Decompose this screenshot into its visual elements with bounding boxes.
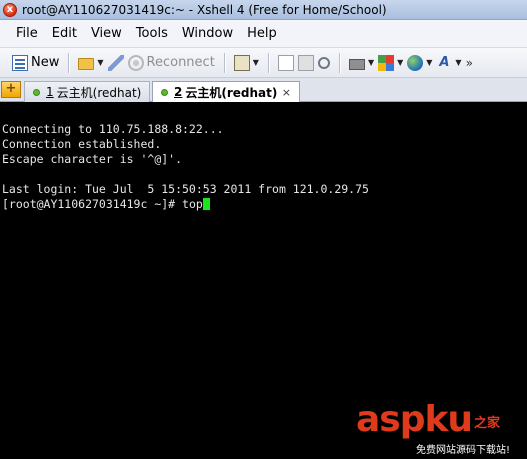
chevron-down-icon[interactable]: ▼ <box>426 58 432 67</box>
chevron-down-icon[interactable]: ▼ <box>397 58 403 67</box>
menu-tools[interactable]: Tools <box>129 20 175 47</box>
font-button[interactable]: A ▼ <box>434 51 463 75</box>
watermark: aspku 之家 免费网站源码下载站! <box>356 400 526 458</box>
connected-status-icon <box>33 88 40 96</box>
toolbar-separator <box>68 52 70 73</box>
tab-label: 云主机(redhat) <box>56 85 142 100</box>
window-title: root@AY110627031419c:~ - Xshell 4 (Free … <box>22 2 387 17</box>
toolbar: New ▼ Reconnect ▼ ▼ ▼ ▼ A ▼ » <box>0 47 527 78</box>
title-bar[interactable]: x root@AY110627031419c:~ - Xshell 4 (Fre… <box>0 0 527 20</box>
globe-icon <box>407 54 424 71</box>
close-icon[interactable]: × <box>282 86 291 99</box>
toolbar-separator <box>338 52 340 73</box>
terminal-line: Connecting to 110.75.188.8:22... <box>2 122 224 136</box>
find-button[interactable] <box>316 51 332 75</box>
reconnect-icon <box>127 54 144 71</box>
copy-button[interactable] <box>276 51 296 75</box>
toolbar-separator <box>223 52 225 73</box>
menu-bar: File Edit View Tools Window Help <box>0 20 527 47</box>
new-session-icon <box>12 54 28 71</box>
folder-icon <box>78 57 95 70</box>
chevron-down-icon[interactable]: ▼ <box>253 58 259 67</box>
menu-help[interactable]: Help <box>240 20 284 47</box>
font-icon: A <box>439 54 450 70</box>
toolbar-more-button[interactable]: » <box>464 51 484 75</box>
double-chevron-right-icon: » <box>465 55 473 70</box>
toolbar-separator <box>267 52 269 73</box>
tab-session-2[interactable]: 2 云主机(redhat) × <box>152 81 300 103</box>
printer-icon <box>348 58 365 70</box>
paste-button[interactable] <box>296 51 316 75</box>
tab-number: 1 <box>46 85 54 99</box>
connected-status-icon <box>161 88 168 96</box>
copy-icon <box>277 54 294 71</box>
print-button[interactable]: ▼ <box>347 51 376 75</box>
add-session-button[interactable]: + <box>1 81 21 98</box>
link-icon <box>107 54 124 71</box>
watermark-logo: aspku <box>356 399 473 440</box>
search-icon <box>317 56 330 69</box>
tab-label: 云主机(redhat) <box>185 85 278 100</box>
color-scheme-icon <box>378 54 395 71</box>
terminal-cursor <box>202 198 210 210</box>
typed-command: top <box>182 197 203 211</box>
terminal-prompt-line[interactable]: [root@AY110627031419c ~]# top <box>2 197 527 212</box>
new-session-button[interactable]: New <box>10 51 61 75</box>
connect-link-button[interactable] <box>106 51 126 75</box>
chevron-down-icon[interactable]: ▼ <box>455 58 461 67</box>
tab-session-1[interactable]: 1 云主机(redhat) <box>24 81 150 102</box>
terminal-line: Last login: Tue Jul 5 15:50:53 2011 from… <box>2 182 369 196</box>
watermark-subtitle: 免费网站源码下载站! <box>416 445 511 456</box>
terminal-line: Connection established. <box>2 137 162 151</box>
menu-view[interactable]: View <box>84 20 129 47</box>
encoding-button[interactable]: ▼ <box>405 51 434 75</box>
shell-prompt: [root@AY110627031419c ~]# <box>2 197 183 211</box>
xshell-app-icon[interactable]: x <box>3 2 17 17</box>
reconnect-label: Reconnect <box>146 55 215 70</box>
new-session-label: New <box>31 55 60 70</box>
chevron-down-icon[interactable]: ▼ <box>97 58 103 67</box>
terminal-line: Escape character is '^@]'. <box>2 152 183 166</box>
chevron-down-icon[interactable]: ▼ <box>368 58 374 67</box>
reconnect-button[interactable]: Reconnect <box>126 51 217 75</box>
open-folder-button[interactable]: ▼ <box>76 51 105 75</box>
properties-icon <box>233 54 250 71</box>
watermark-cn-text: 之家 <box>474 416 501 431</box>
paste-icon <box>297 54 314 71</box>
properties-button[interactable]: ▼ <box>232 51 261 75</box>
watermark-logo-text: aspku <box>356 399 473 440</box>
menu-file[interactable]: File <box>9 20 45 47</box>
menu-edit[interactable]: Edit <box>45 20 84 47</box>
color-scheme-button[interactable]: ▼ <box>376 51 405 75</box>
menu-window[interactable]: Window <box>175 20 240 47</box>
session-tab-bar: + 1 云主机(redhat) 2 云主机(redhat) × <box>0 78 527 103</box>
tab-number: 2 <box>174 85 183 99</box>
